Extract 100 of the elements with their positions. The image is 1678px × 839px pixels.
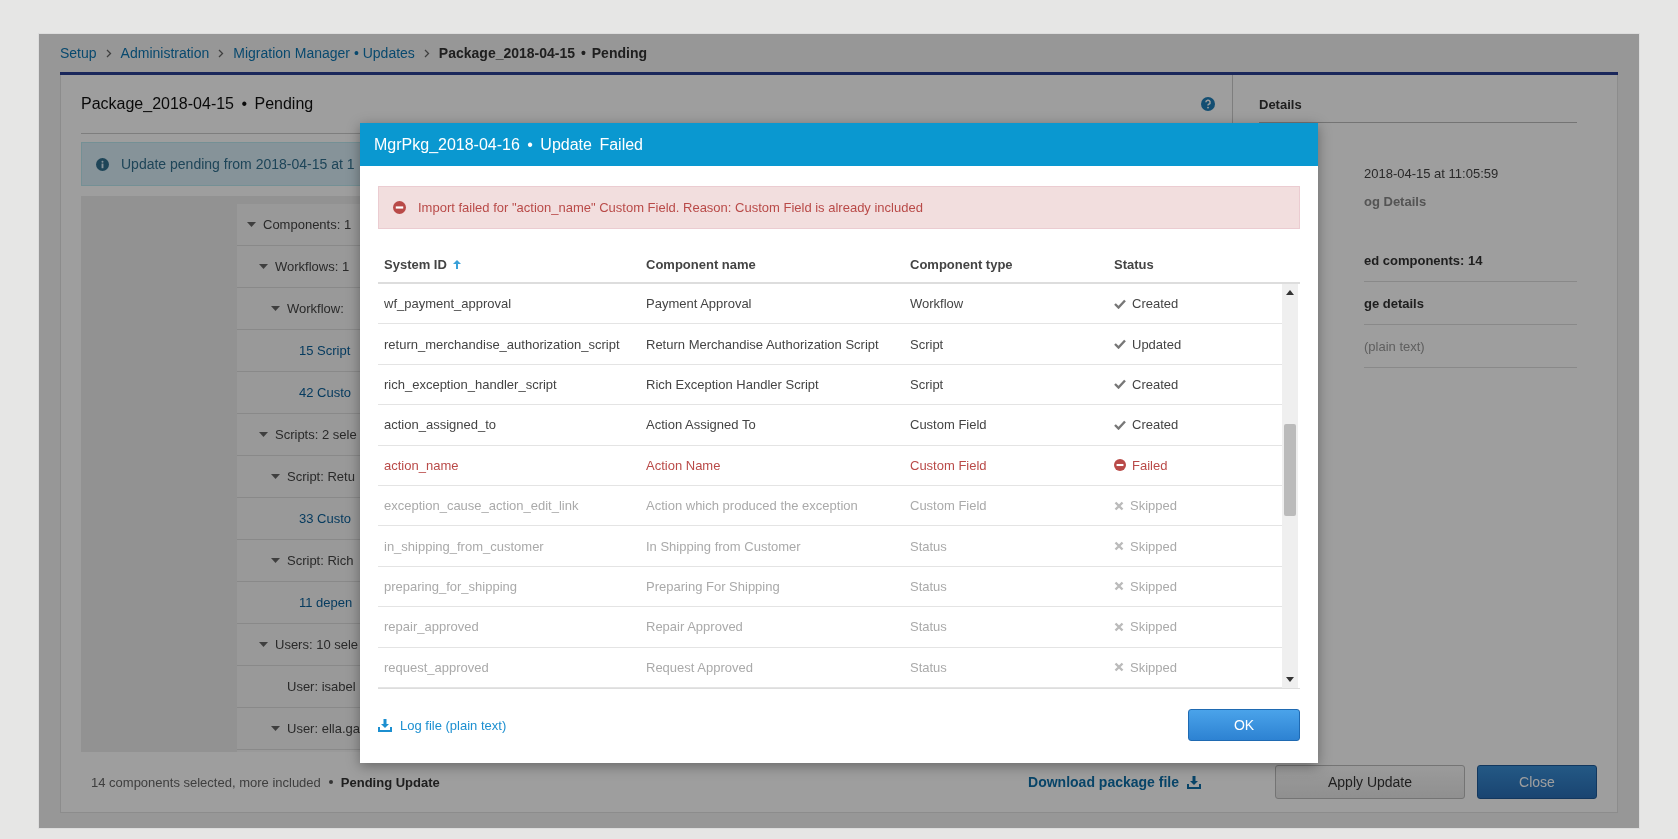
table-cell-text: Status [909, 538, 948, 554]
help-icon[interactable] [1201, 97, 1215, 111]
selection-summary: 14 components selected, more included [91, 774, 321, 790]
status-text: Skipped [1130, 538, 1177, 554]
tree-link[interactable]: 15 Script [299, 343, 351, 358]
caret-down-icon[interactable] [259, 430, 268, 439]
download-link[interactable]: Download package file [1028, 774, 1179, 790]
caret-down-icon[interactable] [271, 304, 280, 313]
table-cell-text: Custom Field [909, 457, 988, 473]
status-text: Failed [1132, 457, 1168, 473]
error-icon [1114, 459, 1126, 472]
sort-arrow-up-icon[interactable] [452, 259, 461, 269]
tree-item[interactable]: Script: Retu [287, 469, 355, 484]
caret-down-icon[interactable] [259, 640, 268, 649]
tree-item[interactable]: Workflow: [287, 301, 344, 316]
table-cell-text: Preparing For Shipping [645, 578, 781, 594]
table-cell-text: action_name [383, 457, 460, 473]
table-cell-text: In Shipping from Customer [645, 538, 802, 554]
table-cell-text: Status [909, 578, 948, 594]
table-cell-text: exception_cause_action_edit_link [383, 498, 580, 514]
check-icon [1114, 419, 1126, 430]
caret-down-icon[interactable] [247, 220, 256, 229]
close-button[interactable]: Close [1477, 765, 1597, 799]
chevron-right-icon [423, 48, 430, 58]
status-text: Updated [1132, 336, 1182, 352]
scrollbar[interactable] [1282, 284, 1298, 688]
update-status: Pending Update [340, 774, 440, 790]
column-header[interactable]: Status [1114, 256, 1154, 272]
bullet-icon [328, 780, 333, 784]
breadcrumb-current: Package_2018-04-15 • Pending [438, 45, 647, 61]
status-text: Skipped [1130, 619, 1177, 635]
table-cell-text: Payment Approval [645, 296, 753, 312]
tree-item[interactable]: Components: 1 [263, 217, 352, 232]
table-cell-text: Status [909, 659, 948, 675]
table-cell-text: preparing_for_shipping [383, 578, 518, 594]
breadcrumb-link[interactable]: Administration [120, 45, 210, 61]
caret-down-icon[interactable] [259, 262, 268, 271]
column-header[interactable]: Component type [910, 256, 1013, 272]
apply-update-button[interactable]: Apply Update [1275, 765, 1465, 799]
scrollbar-thumb[interactable] [1284, 424, 1296, 516]
cross-icon [1114, 662, 1124, 673]
check-icon [1114, 339, 1126, 350]
cross-icon [1114, 581, 1124, 592]
tree-link[interactable]: 11 depen [299, 595, 353, 610]
table-cell-text: Action which produced the exception [645, 498, 859, 514]
table-cell-text: Status [909, 619, 948, 635]
details-line: ge details [1364, 282, 1577, 325]
info-text: Update pending from 2018-04-15 at 1 [121, 156, 355, 172]
table-cell-text: in_shipping_from_customer [383, 538, 545, 554]
tree-item[interactable]: Scripts: 2 sele [275, 427, 357, 442]
scroll-up-icon[interactable] [1286, 290, 1294, 295]
table-cell-text: Action Assigned To [645, 417, 757, 433]
column-header[interactable]: System ID [384, 256, 447, 272]
status-text: Skipped [1130, 498, 1177, 514]
check-icon [1114, 298, 1126, 309]
details-line: 2018-04-15 at 11:05:59 [1364, 164, 1500, 183]
download-icon[interactable] [378, 718, 392, 732]
download-icon[interactable] [1187, 775, 1201, 789]
error-icon [393, 201, 406, 214]
tree-item[interactable]: Workflows: 1 [275, 259, 350, 274]
table-cell-text: wf_payment_approval [383, 296, 513, 312]
status-text: Skipped [1130, 578, 1177, 594]
page-title: Package_2018-04-15 • Pending [81, 95, 314, 113]
table-cell-text: Action Name [645, 457, 722, 473]
caret-down-icon[interactable] [271, 724, 280, 733]
details-line: og Details [1364, 192, 1428, 211]
table-cell-text: Custom Field [909, 498, 988, 514]
status-text: Created [1132, 296, 1179, 312]
column-header[interactable]: Component name [646, 256, 756, 272]
ok-button[interactable]: OK [1188, 709, 1300, 741]
breadcrumb-link[interactable]: Setup [60, 45, 97, 61]
table-cell-text: Workflow [909, 296, 965, 312]
status-text: Skipped [1130, 659, 1177, 675]
details-line: (plain text) [1364, 325, 1577, 368]
cross-icon [1114, 541, 1124, 552]
tree-link[interactable]: 42 Custo [299, 385, 352, 400]
table-cell-text: Script [909, 376, 945, 392]
tree-item[interactable]: User: isabel [287, 679, 356, 694]
chevron-right-icon [105, 48, 112, 58]
status-text: Created [1132, 376, 1179, 392]
table-cell-text: Return Merchandise Authorization Script [645, 336, 880, 352]
cross-icon [1114, 500, 1124, 511]
tree-item[interactable]: Script: Rich [287, 553, 354, 568]
breadcrumb-link[interactable]: Migration Manager • Updates [233, 45, 415, 61]
info-icon [96, 157, 109, 171]
table-cell-text: Request Approved [645, 659, 754, 675]
table-cell-text: action_assigned_to [383, 417, 498, 433]
table-cell-text: Custom Field [909, 417, 988, 433]
error-message: Import failed for "action_name" Custom Field. Reason: Custom Field is already included [418, 200, 923, 215]
scroll-down-icon[interactable] [1286, 677, 1294, 682]
table-cell-text: return_merchandise_authorization_script [383, 336, 621, 352]
dialog-title: MgrPkg_2018-04-16 • Update Failed [374, 135, 643, 154]
log-file-link[interactable]: Log file (plain text) [400, 717, 507, 733]
tree-link[interactable]: 33 Custo [299, 511, 352, 526]
caret-down-icon[interactable] [271, 472, 280, 481]
table-cell-text: repair_approved [383, 619, 480, 635]
tree-item[interactable]: Users: 10 sele [275, 637, 359, 652]
table-cell-text: Script [909, 336, 945, 352]
tree-item[interactable]: User: ella.ga [287, 721, 360, 736]
caret-down-icon[interactable] [271, 556, 280, 565]
